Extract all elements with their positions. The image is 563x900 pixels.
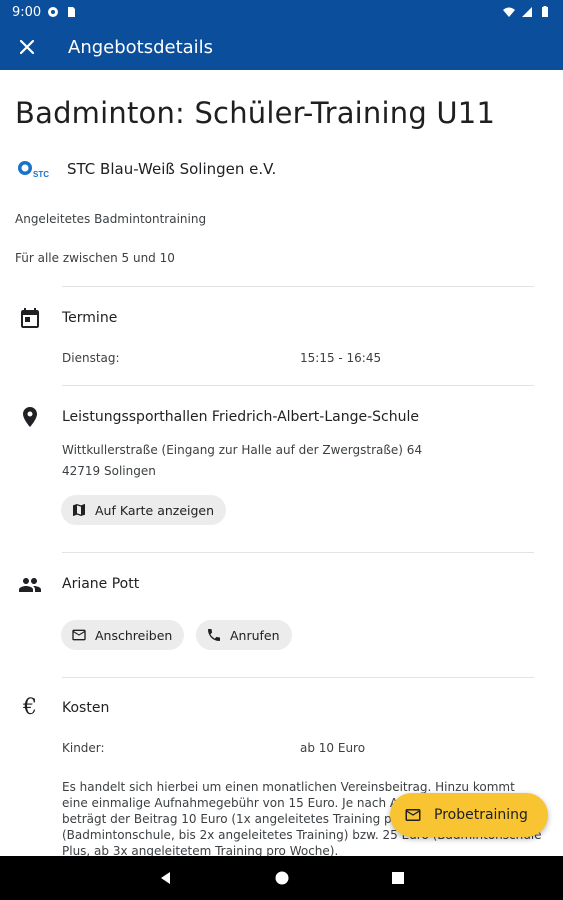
location-pin-icon (23, 407, 37, 427)
mail-icon (405, 809, 421, 821)
svg-text:STC: STC (33, 170, 49, 179)
offer-age-info: Für alle zwischen 5 und 10 (15, 251, 175, 265)
call-button[interactable]: Anrufen (196, 620, 292, 650)
wifi-icon (503, 7, 515, 17)
battery-icon (542, 6, 548, 17)
signal-icon (522, 7, 532, 17)
schedule-time: 15:15 - 16:45 (300, 351, 382, 365)
call-label: Anrufen (230, 627, 280, 643)
phone-icon (208, 629, 220, 641)
recents-icon[interactable] (390, 870, 406, 886)
costs-label: Kinder: (62, 741, 105, 755)
location-street: Wittkullerstraße (Eingang zur Halle auf … (62, 443, 423, 457)
euro-icon: € (23, 695, 37, 720)
close-button[interactable] (0, 24, 54, 70)
show-map-label: Auf Karte anzeigen (95, 502, 215, 518)
map-icon (73, 504, 85, 516)
status-time: 9:00 (12, 4, 42, 20)
mail-icon (72, 629, 86, 641)
costs-title: Kosten (62, 700, 110, 716)
calendar-icon (21, 308, 39, 328)
location-name: Leistungssporthallen Friedrich-Albert-La… (62, 409, 419, 425)
schedule-title: Termine (62, 310, 118, 326)
app-bar-title: Angebotsdetails (68, 36, 214, 58)
trial-training-label: Probetraining (434, 807, 528, 823)
club-logo: STC (18, 161, 49, 179)
schedule-day: Dienstag: (62, 351, 120, 365)
show-map-button[interactable]: Auf Karte anzeigen (61, 495, 227, 525)
divider (62, 286, 534, 287)
back-icon[interactable] (158, 870, 174, 886)
offer-description: Angeleitetes Badmintontraining (15, 212, 207, 226)
divider (62, 677, 534, 678)
divider (62, 385, 534, 386)
page-title: Badminton: Schüler-Training U11 (15, 96, 496, 130)
location-city: 42719 Solingen (62, 464, 156, 478)
close-icon (19, 39, 35, 55)
app-bar: Angebotsdetails (0, 24, 563, 70)
write-button[interactable]: Anschreiben (61, 620, 185, 650)
costs-value: ab 10 Euro (300, 741, 366, 755)
trial-training-button[interactable]: Probetraining (390, 793, 548, 837)
system-nav-bar (0, 856, 563, 900)
sd-card-icon (68, 7, 76, 17)
club-row: STC STC Blau-Weiß Solingen e.V. (16, 158, 276, 180)
people-icon (19, 578, 41, 592)
status-bar: 9:00 (0, 0, 563, 24)
home-icon[interactable] (274, 870, 290, 886)
sync-icon (48, 7, 59, 17)
contact-name: Ariane Pott (62, 576, 140, 592)
write-label: Anschreiben (95, 627, 173, 643)
club-name: STC Blau-Weiß Solingen e.V. (67, 160, 277, 178)
offer-details[interactable]: Badminton: Schüler-Training U11 STC STC … (0, 70, 563, 856)
divider (62, 552, 534, 553)
